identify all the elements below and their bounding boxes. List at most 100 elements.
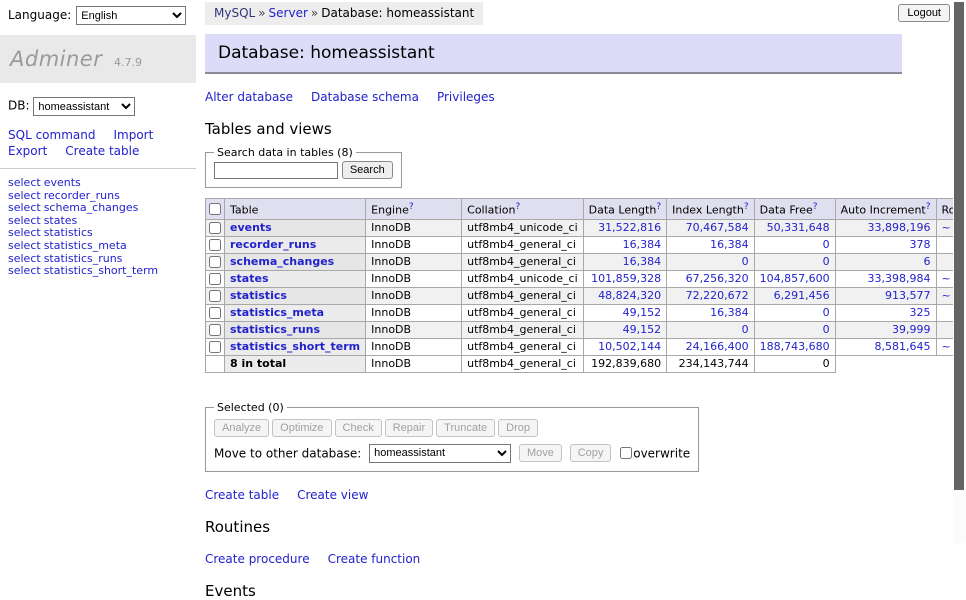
move-button[interactable]: Move: [519, 444, 562, 462]
column-help-link[interactable]: ?: [409, 202, 414, 212]
language-select[interactable]: English: [76, 6, 186, 25]
auto-increment-link[interactable]: 8,581,645: [875, 340, 931, 353]
search-input[interactable]: [214, 162, 338, 179]
row-checkbox[interactable]: [209, 256, 221, 268]
search-button[interactable]: Search: [342, 161, 393, 179]
data-free-link[interactable]: 50,331,648: [767, 221, 830, 234]
sidebar-action-link[interactable]: Create table: [65, 144, 139, 158]
index-length-link[interactable]: 0: [742, 255, 749, 268]
table-structure-link[interactable]: statistics_short_term: [44, 264, 158, 277]
table-name-link[interactable]: statistics_short_term: [230, 340, 360, 353]
database-action-link[interactable]: Alter database: [205, 90, 293, 104]
column-help-link[interactable]: ?: [744, 202, 749, 212]
index-length-link[interactable]: 16,384: [710, 238, 749, 251]
index-length-link[interactable]: 0: [742, 323, 749, 336]
bulk-action-button[interactable]: Drop: [498, 419, 538, 437]
row-checkbox[interactable]: [209, 324, 221, 336]
data-length-link[interactable]: 101,859,328: [591, 272, 661, 285]
select-data-link[interactable]: select: [8, 189, 41, 202]
table-name-link[interactable]: events: [230, 221, 272, 234]
auto-increment-link[interactable]: 378: [910, 238, 931, 251]
create-link[interactable]: Create table: [205, 488, 279, 502]
sidebar-action-link[interactable]: SQL command: [8, 128, 95, 142]
table-structure-link[interactable]: statistics_meta: [44, 239, 127, 252]
table-structure-link[interactable]: events: [44, 176, 81, 189]
auto-increment-link[interactable]: 6: [924, 255, 931, 268]
column-help-link[interactable]: ?: [813, 202, 818, 212]
data-length-link[interactable]: 10,502,144: [598, 340, 661, 353]
bulk-action-button[interactable]: Truncate: [436, 419, 495, 437]
row-checkbox[interactable]: [209, 290, 221, 302]
auto-increment-link[interactable]: 325: [910, 306, 931, 319]
data-free-link[interactable]: 0: [823, 255, 830, 268]
row-checkbox[interactable]: [209, 239, 221, 251]
select-data-link[interactable]: select: [8, 201, 41, 214]
create-link[interactable]: Create view: [297, 488, 368, 502]
row-checkbox[interactable]: [209, 307, 221, 319]
data-length-link[interactable]: 49,152: [623, 323, 662, 336]
select-data-link[interactable]: select: [8, 226, 41, 239]
auto-increment-link[interactable]: 913,577: [885, 289, 931, 302]
table-name-link[interactable]: statistics_meta: [230, 306, 324, 319]
column-help-link[interactable]: ?: [515, 202, 520, 212]
scrollbar-thumb[interactable]: [954, 2, 964, 490]
data-length-link[interactable]: 16,384: [623, 255, 662, 268]
auto-increment-link[interactable]: 33,898,196: [868, 221, 931, 234]
select-data-link[interactable]: select: [8, 214, 41, 227]
breadcrumb-server-type-link[interactable]: MySQL: [214, 6, 255, 20]
database-action-link[interactable]: Privileges: [437, 90, 495, 104]
data-free-link[interactable]: 0: [823, 323, 830, 336]
table-name-link[interactable]: states: [230, 272, 269, 285]
data-length-link[interactable]: 49,152: [623, 306, 662, 319]
database-action-link[interactable]: Database schema: [311, 90, 419, 104]
table-structure-link[interactable]: schema_changes: [44, 201, 139, 214]
auto-increment-link[interactable]: 39,999: [892, 323, 931, 336]
select-data-link[interactable]: select: [8, 176, 41, 189]
sidebar-action-link[interactable]: Import: [113, 128, 153, 142]
data-free-link[interactable]: 0: [823, 306, 830, 319]
data-length-link[interactable]: 31,522,816: [598, 221, 661, 234]
move-db-select[interactable]: homeassistant: [369, 444, 511, 463]
data-free-link[interactable]: 0: [823, 238, 830, 251]
table-name-link[interactable]: statistics: [230, 289, 287, 302]
table-structure-link[interactable]: statistics: [44, 226, 93, 239]
sidebar-action-link[interactable]: Export: [8, 144, 47, 158]
row-checkbox[interactable]: [209, 273, 221, 285]
data-free-link[interactable]: 6,291,456: [774, 289, 830, 302]
column-help-link[interactable]: ?: [926, 202, 931, 212]
overwrite-label[interactable]: overwrite: [633, 446, 690, 460]
select-data-link[interactable]: select: [8, 239, 41, 252]
vertical-scrollbar[interactable]: [953, 0, 966, 543]
table-structure-link[interactable]: recorder_runs: [44, 189, 120, 202]
table-name-link[interactable]: schema_changes: [230, 255, 334, 268]
data-length-link[interactable]: 16,384: [623, 238, 662, 251]
bulk-action-button[interactable]: Repair: [385, 419, 433, 437]
copy-button[interactable]: Copy: [570, 444, 612, 462]
index-length-link[interactable]: 70,467,584: [686, 221, 749, 234]
index-length-link[interactable]: 67,256,320: [686, 272, 749, 285]
auto-increment-link[interactable]: 33,398,984: [868, 272, 931, 285]
column-help-link[interactable]: ?: [656, 202, 661, 212]
routine-create-link[interactable]: Create function: [328, 552, 421, 566]
db-select[interactable]: homeassistant: [33, 97, 135, 116]
index-length-link[interactable]: 16,384: [710, 306, 749, 319]
data-free-link[interactable]: 104,857,600: [760, 272, 830, 285]
routine-create-link[interactable]: Create procedure: [205, 552, 310, 566]
data-length-link[interactable]: 48,824,320: [598, 289, 661, 302]
overwrite-checkbox[interactable]: [620, 447, 632, 459]
select-all-checkbox[interactable]: [209, 203, 221, 215]
table-name-link[interactable]: recorder_runs: [230, 238, 316, 251]
row-checkbox[interactable]: [209, 222, 221, 234]
breadcrumb-server-link[interactable]: Server: [269, 6, 308, 20]
data-free-link[interactable]: 188,743,680: [760, 340, 830, 353]
table-structure-link[interactable]: states: [44, 214, 78, 227]
select-data-link[interactable]: select: [8, 252, 41, 265]
table-structure-link[interactable]: statistics_runs: [44, 252, 123, 265]
select-data-link[interactable]: select: [8, 264, 41, 277]
table-name-link[interactable]: statistics_runs: [230, 323, 320, 336]
logout-button[interactable]: Logout: [898, 4, 950, 22]
bulk-action-button[interactable]: Optimize: [272, 419, 331, 437]
row-checkbox[interactable]: [209, 341, 221, 353]
bulk-action-button[interactable]: Check: [335, 419, 382, 437]
bulk-action-button[interactable]: Analyze: [214, 419, 269, 437]
